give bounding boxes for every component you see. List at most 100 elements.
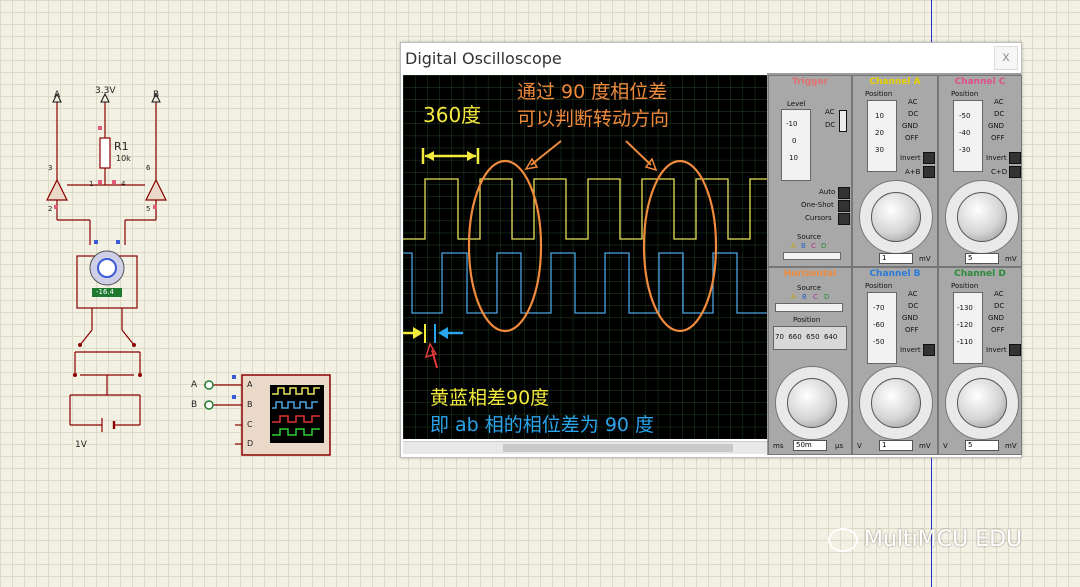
auto-button[interactable] — [838, 187, 850, 199]
trigger-source-slider[interactable] — [783, 252, 841, 260]
channel-a-invert[interactable]: Invert — [900, 154, 921, 162]
horizontal-source-d[interactable]: D — [824, 293, 829, 301]
channel-b-dc[interactable]: DC — [908, 302, 918, 310]
horizontal-source-b[interactable]: B — [802, 293, 807, 301]
channel-c-position-label: Position — [951, 90, 979, 98]
scope-input-a: A — [247, 380, 253, 389]
channel-c-sum-button[interactable] — [1009, 166, 1021, 178]
channel-c-tick-1: -50 — [959, 112, 971, 120]
channel-a-ac[interactable]: AC — [908, 98, 918, 106]
channel-b-v-label: V — [857, 442, 862, 450]
control-panel: Trigger Level -10 0 10 AC DC Auto One-Sh… — [767, 73, 1022, 455]
channel-d-off[interactable]: OFF — [991, 326, 1005, 334]
scope-net-b: B — [191, 400, 198, 410]
channel-a-sum-button[interactable] — [923, 166, 935, 178]
channel-a-tick-2: 20 — [875, 129, 884, 137]
cursors-button[interactable] — [838, 213, 850, 225]
r1-name: R1 — [114, 140, 129, 153]
channel-d-tick-3: -110 — [957, 338, 973, 346]
channel-b-tick-1: -70 — [873, 304, 885, 312]
scope-net-a: A — [191, 380, 198, 390]
trigger-auto[interactable]: Auto — [819, 188, 835, 196]
net-label-a: A — [54, 90, 61, 100]
channel-d-invert[interactable]: Invert — [986, 346, 1007, 354]
channel-c-off[interactable]: OFF — [991, 134, 1005, 142]
channel-d-gain-knob[interactable] — [957, 378, 1007, 428]
trigger-cursors[interactable]: Cursors — [805, 214, 832, 222]
channel-c-panel: Channel C Position -50 -40 -30 AC DC GND… — [938, 75, 1022, 267]
channel-d-gnd[interactable]: GND — [988, 314, 1004, 322]
trigger-tick-2: 0 — [792, 137, 797, 145]
channel-c-ac[interactable]: AC — [994, 98, 1004, 106]
battery-label: 1V — [75, 440, 87, 450]
horizontal-source-slider[interactable] — [775, 303, 843, 312]
channel-a-off[interactable]: OFF — [905, 134, 919, 142]
horizontal-source-a[interactable]: A — [791, 293, 796, 301]
channel-b-position-label: Position — [865, 282, 893, 290]
channel-d-dc[interactable]: DC — [994, 302, 1004, 310]
annotation-phase-title-1: 通过 90 度相位差 — [517, 81, 668, 103]
channel-c-dc[interactable]: DC — [994, 110, 1004, 118]
channel-b-invert[interactable]: Invert — [900, 346, 921, 354]
channel-a-unit: mV — [919, 255, 931, 263]
channel-a-value: 1 — [879, 253, 913, 264]
channel-b-panel: Channel B Position -70 -60 -50 AC DC GND… — [852, 267, 938, 455]
channel-b-off[interactable]: OFF — [905, 326, 919, 334]
scope-input-b: B — [247, 400, 253, 409]
motor-readout: -16.4 — [96, 288, 115, 296]
horizontal-timebase-knob[interactable] — [787, 378, 837, 428]
scope-symbol[interactable] — [190, 372, 335, 457]
channel-b-gain-knob[interactable] — [871, 378, 921, 428]
net-label-b: B — [153, 90, 160, 100]
oscilloscope-window[interactable]: Digital Oscilloscope x 360度 通过 90 度相位差 可… — [400, 42, 1022, 458]
channel-b-invert-button[interactable] — [923, 344, 935, 356]
channel-a-position-label: Position — [865, 90, 893, 98]
channel-a-invert-button[interactable] — [923, 152, 935, 164]
channel-b-unit: mV — [919, 442, 931, 450]
trigger-ac-label: AC — [825, 108, 835, 116]
horizontal-scrollbar[interactable] — [403, 441, 767, 454]
scrollbar-thumb[interactable] — [503, 444, 733, 452]
channel-b-value: 1 — [879, 440, 913, 451]
channel-a-gain-knob[interactable] — [871, 192, 921, 242]
channel-c-invert[interactable]: Invert — [986, 154, 1007, 162]
channel-b-gnd[interactable]: GND — [902, 314, 918, 322]
pin-4: 4 — [121, 180, 126, 188]
horizontal-source-c[interactable]: C — [813, 293, 818, 301]
channel-d-invert-button[interactable] — [1009, 344, 1021, 356]
watermark: MultiMCU EDU — [828, 527, 1022, 552]
channel-a-tick-3: 30 — [875, 146, 884, 154]
channel-c-gain-knob[interactable] — [957, 192, 1007, 242]
oneshot-button[interactable] — [838, 200, 850, 212]
trigger-source-d[interactable]: D — [821, 242, 826, 250]
channel-d-ac[interactable]: AC — [994, 290, 1004, 298]
channel-d-unit: mV — [1005, 442, 1017, 450]
horizontal-source-label: Source — [797, 284, 822, 292]
horizontal-scale: 70 660 650 640 — [775, 333, 838, 341]
trigger-source-label: Source — [797, 233, 822, 241]
channel-a-title: Channel A — [869, 77, 921, 87]
trigger-coupling-switch[interactable] — [839, 110, 847, 132]
horizontal-value: 50m — [793, 440, 827, 451]
r1-value: 10k — [116, 154, 131, 163]
annotation-note-2: 即 ab 相的相位差为 90 度 — [430, 414, 655, 436]
channel-a-sum[interactable]: A+B — [905, 168, 920, 176]
channel-c-sum[interactable]: C+D — [991, 168, 1007, 176]
channel-b-tick-2: -60 — [873, 321, 885, 329]
horizontal-left-unit: ms — [773, 442, 784, 450]
horizontal-position-label: Position — [793, 316, 821, 324]
channel-c-invert-button[interactable] — [1009, 152, 1021, 164]
close-button[interactable]: x — [994, 46, 1018, 70]
channel-a-gnd[interactable]: GND — [902, 122, 918, 130]
channel-c-gnd[interactable]: GND — [988, 122, 1004, 130]
vcc-label: 3.3V — [95, 86, 116, 96]
trigger-source-c[interactable]: C — [811, 242, 816, 250]
pin-3: 3 — [48, 164, 53, 172]
trigger-source-a[interactable]: A — [791, 242, 796, 250]
channel-b-ac[interactable]: AC — [908, 290, 918, 298]
trigger-source-b[interactable]: B — [801, 242, 806, 250]
trigger-oneshot[interactable]: One-Shot — [801, 201, 834, 209]
channel-c-value: 5 — [965, 253, 999, 264]
pin-1: 1 — [89, 180, 94, 188]
channel-a-dc[interactable]: DC — [908, 110, 918, 118]
